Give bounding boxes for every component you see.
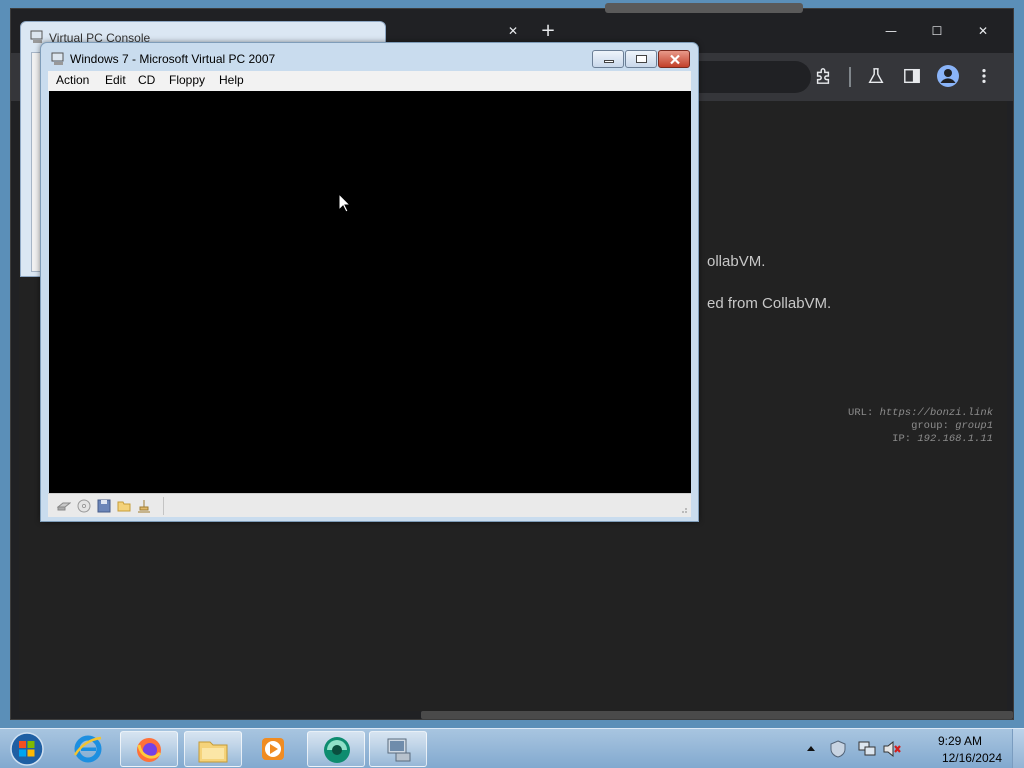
taskbar-file-explorer[interactable] [184,731,242,767]
media-player-icon [262,738,284,760]
network-icon[interactable] [857,740,877,758]
menu-floppy[interactable]: Floppy [169,73,205,87]
info-url: URL: https://bonzi.link [848,407,993,419]
new-tab-button[interactable]: + [534,19,562,43]
taskbar-virtual-pc-window[interactable] [369,731,427,767]
taskbar-media-player[interactable] [244,731,302,767]
taskbar-internet-explorer[interactable] [60,731,118,767]
notification-area: 9:29 AM 12/16/2024 [794,729,1024,768]
info-value: group1 [955,420,993,432]
virtual-machine-display[interactable] [49,91,691,493]
menu-help[interactable]: Help [219,73,244,87]
close-button[interactable] [658,50,690,68]
volume-muted-icon[interactable] [882,740,902,758]
menu-bar: Action Edit CD Floppy Help [48,71,691,91]
restore-icon [636,55,647,63]
clock-time[interactable]: 9:29 AM [938,734,982,748]
status-bar [48,493,691,517]
close-icon [670,54,680,65]
menu-action[interactable]: Action [56,73,89,87]
restore-button[interactable] [625,50,657,68]
labs-flask-icon[interactable] [867,67,885,85]
horizontal-scrollbar[interactable] [421,711,1013,719]
floppy-drive-icon[interactable] [97,499,111,513]
window-title: Windows 7 - Microsoft Virtual PC 2007 [70,52,276,66]
menu-edit[interactable]: Edit [105,73,126,87]
status-divider [163,497,164,515]
cd-drive-icon[interactable] [77,499,91,513]
info-label: IP: [892,433,912,445]
info-label: group: [911,420,949,432]
minimize-icon [604,60,614,63]
side-panel-icon[interactable] [903,67,921,85]
window-minimize-button[interactable]: — [877,19,905,43]
virtual-pc-window-icon [387,738,411,762]
internet-explorer-icon [73,735,102,763]
info-group: group: group1 [911,420,993,432]
virtual-pc-icon [51,52,64,65]
taskbar-virtual-pc-console[interactable] [307,731,365,767]
page-text-line: ed from CollabVM. [707,295,832,312]
shared-folder-icon[interactable] [117,499,131,513]
virtual-pc-console-icon [324,737,350,763]
mouse-cursor-icon [338,193,352,213]
window-close-button[interactable]: ✕ [969,19,997,43]
tab-close-icon[interactable]: ✕ [499,19,527,43]
start-button[interactable] [8,731,46,767]
file-explorer-icon [198,741,228,763]
page-text-line: ollabVM. [707,253,766,270]
info-value: 192.168.1.11 [917,433,993,445]
virtual-pc-window[interactable]: Windows 7 - Microsoft Virtual PC 2007 Ac… [40,42,699,522]
network-adapter-icon[interactable] [137,499,151,513]
more-menu-icon[interactable] [975,67,993,85]
clock-date[interactable]: 12/16/2024 [942,751,1002,765]
resize-grip-icon[interactable] [680,506,688,514]
toolbar-divider [849,67,851,87]
info-ip: IP: 192.168.1.11 [892,433,993,445]
profile-avatar-icon[interactable] [936,64,960,88]
hard-disk-icon[interactable] [57,499,71,513]
window-maximize-button[interactable]: ☐ [923,19,951,43]
info-label: URL: [848,407,874,419]
info-value: https://bonzi.link [879,407,993,419]
minimize-button[interactable] [592,50,624,68]
extensions-puzzle-icon[interactable] [814,67,832,85]
firefox-icon [137,738,162,762]
action-center-flag-icon[interactable] [829,740,847,758]
menu-cd[interactable]: CD [138,73,155,87]
taskbar-firefox[interactable] [120,731,178,767]
background-window-edge [605,3,803,13]
show-hidden-icons-chevron-up-icon[interactable] [806,744,816,752]
show-desktop-button[interactable] [1012,729,1024,768]
taskbar: 9:29 AM 12/16/2024 [0,728,1024,768]
